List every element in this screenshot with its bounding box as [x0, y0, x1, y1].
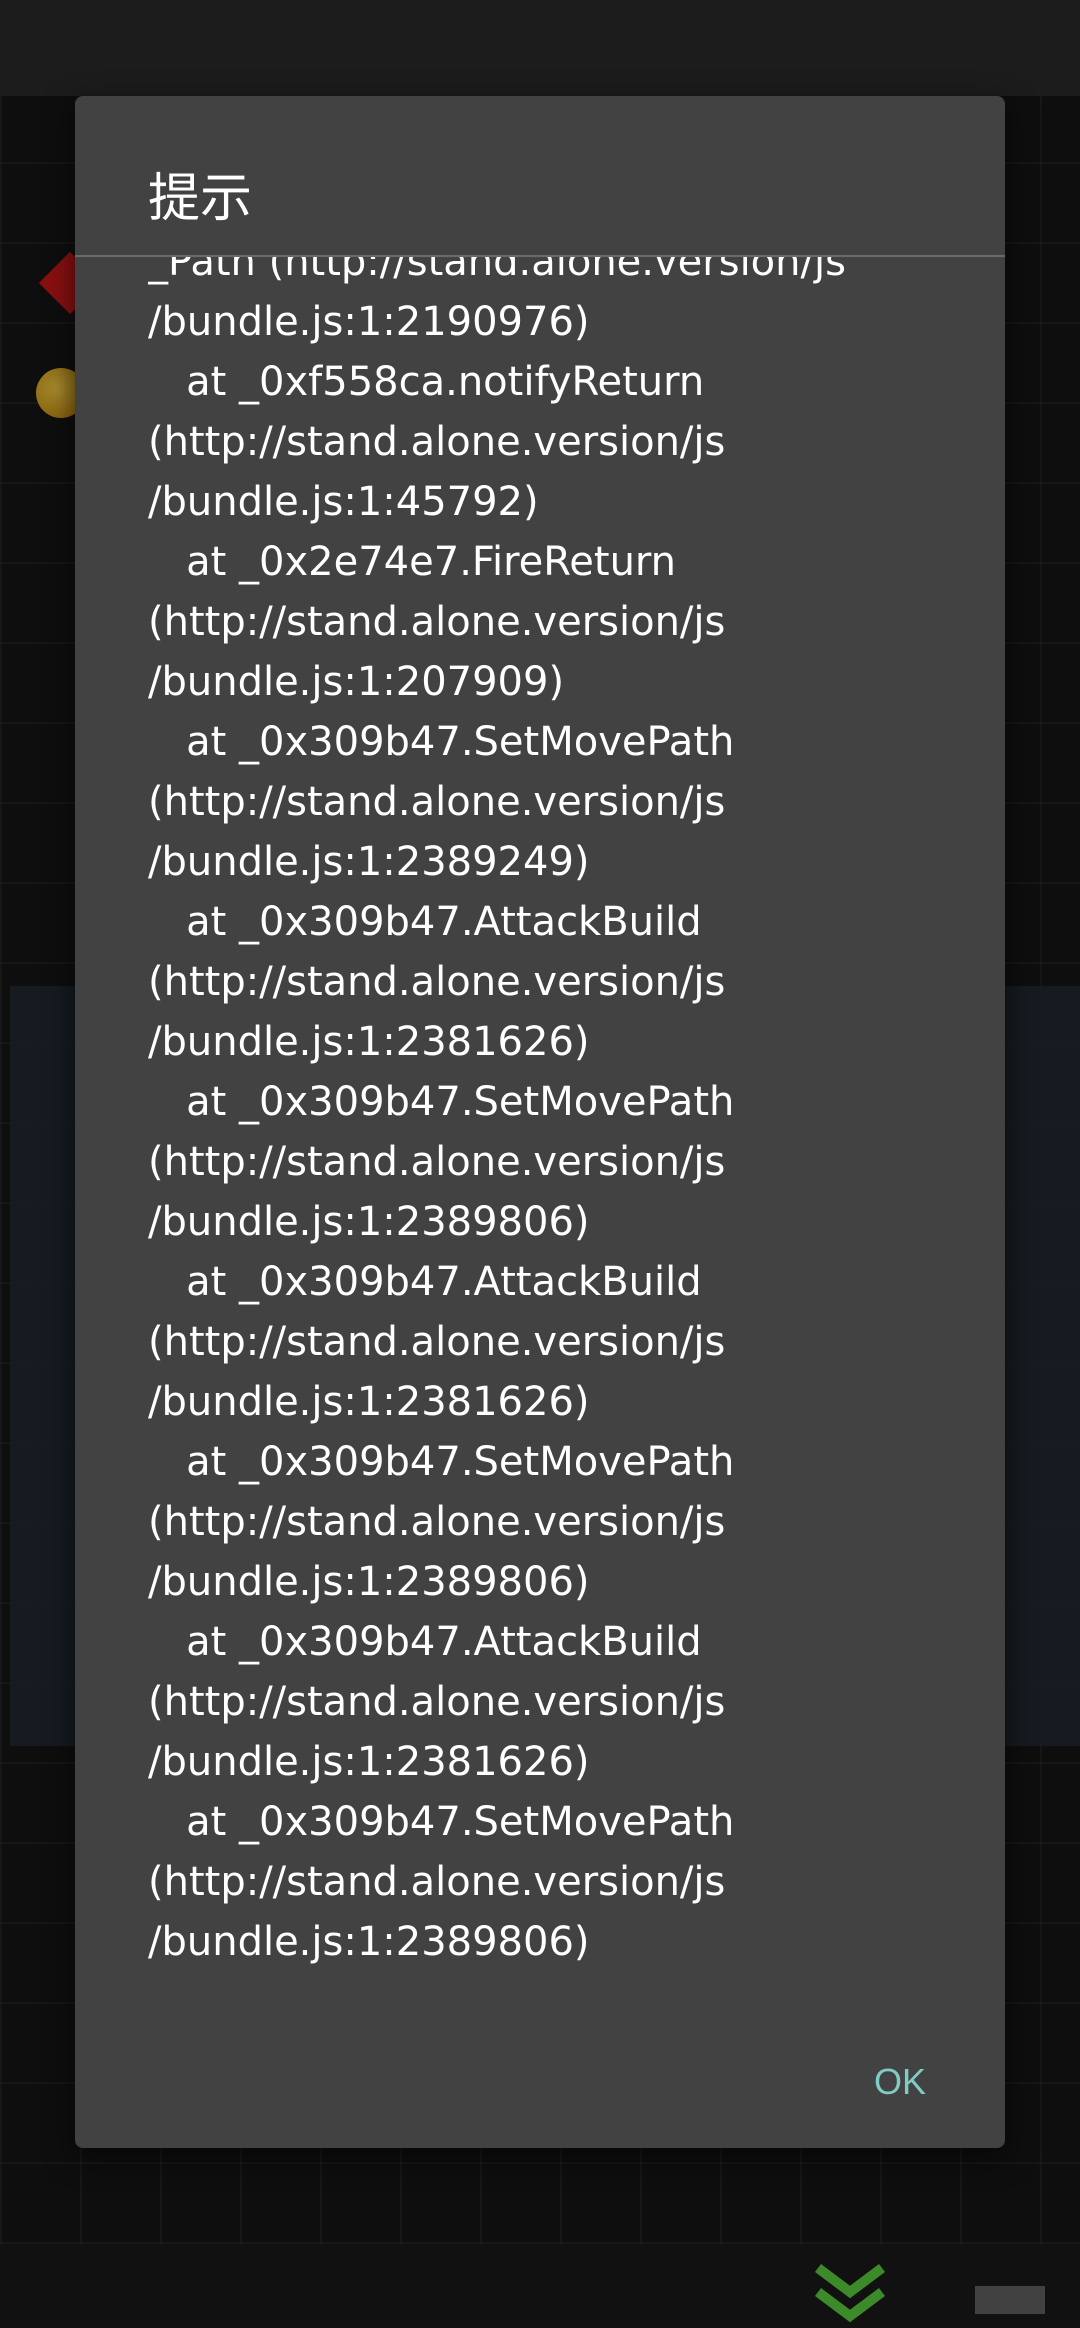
alert-dialog: 提示 _Path (http://stand.alone.version/js …	[75, 96, 1005, 2148]
message-line: (http://stand.alone.version/js	[148, 1679, 726, 1725]
dialog-message[interactable]: _Path (http://stand.alone.version/js /bu…	[148, 257, 998, 2097]
message-line: /bundle.js:1:2381626)	[148, 1379, 590, 1425]
message-line: at _0x309b47.SetMovePath	[148, 719, 735, 765]
message-line: (http://stand.alone.version/js	[148, 1139, 726, 1185]
message-line: (http://stand.alone.version/js	[148, 599, 726, 645]
dialog-title: 提示	[148, 169, 253, 229]
message-line: /bundle.js:1:207909)	[148, 659, 565, 705]
message-line: (http://stand.alone.version/js	[148, 419, 726, 465]
message-line: /bundle.js:1:2381626)	[148, 1019, 590, 1065]
message-line: /bundle.js:1:2389806)	[148, 1919, 590, 1965]
message-line: /bundle.js:1:2381626)	[148, 1739, 590, 1785]
message-line: at _0xf558ca.notifyReturn	[148, 359, 705, 405]
background-indicator	[975, 2286, 1045, 2314]
message-line: (http://stand.alone.version/js	[148, 779, 726, 825]
message-line: (http://stand.alone.version/js	[148, 1859, 726, 1905]
message-line: (http://stand.alone.version/js	[148, 1319, 726, 1365]
message-line: at _0x309b47.SetMovePath	[148, 1799, 735, 1845]
message-line: _Path (http://stand.alone.version/js	[148, 257, 846, 285]
status-bar	[0, 0, 1080, 96]
message-line: at _0x309b47.AttackBuild	[148, 1259, 702, 1305]
message-line: /bundle.js:1:2190976)	[148, 299, 590, 345]
message-line: at _0x309b47.AttackBuild	[148, 1619, 702, 1665]
message-line: /bundle.js:1:45792)	[148, 479, 539, 525]
message-line: at _0x2e74e7.FireReturn	[148, 539, 677, 585]
message-line: (http://stand.alone.version/js	[148, 1499, 726, 1545]
message-line: at _0x309b47.SetMovePath	[148, 1079, 735, 1125]
message-line: /bundle.js:1:2389806)	[148, 1199, 590, 1245]
message-line: (http://stand.alone.version/js	[148, 959, 726, 1005]
ok-button[interactable]: OK	[825, 2036, 975, 2126]
message-line: at _0x309b47.SetMovePath	[148, 1439, 735, 1485]
message-line: /bundle.js:1:2389249)	[148, 839, 590, 885]
message-line: at _0x309b47.AttackBuild	[148, 899, 702, 945]
message-line: /bundle.js:1:2389806)	[148, 1559, 590, 1605]
chevron-down-icon	[815, 2264, 885, 2323]
